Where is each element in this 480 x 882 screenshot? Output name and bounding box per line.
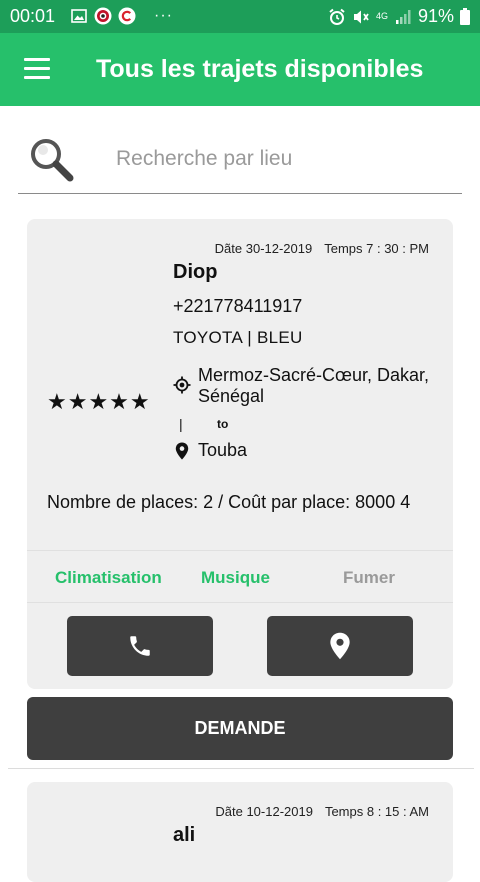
network-type: 4G (375, 11, 388, 21)
signal-icon (394, 8, 412, 26)
feature-row: Climatisation Musique Fumer (27, 550, 453, 603)
c-icon (118, 7, 136, 25)
location-pin-icon (175, 442, 189, 460)
trip-time: Temps 8 : 15 : AM (324, 804, 429, 819)
feature-fumer: Fumer (343, 568, 395, 587)
battery-percent: 91% (417, 6, 454, 26)
my-location-icon (173, 376, 191, 394)
trip-datetime: Dãte 10-12-2019 Temps 8 : 15 : AM (215, 804, 429, 819)
status-icons-left: ··· (70, 7, 173, 25)
search-input[interactable] (116, 141, 446, 177)
driver-phone: +221778411917 (173, 296, 303, 316)
mute-icon (352, 8, 370, 26)
request-button[interactable]: DEMANDE (27, 697, 453, 760)
location-button[interactable] (267, 616, 413, 676)
trip-card[interactable]: Dãte 10-12-2019 Temps 8 : 15 : AM ali (27, 782, 453, 882)
app-bar: Tous les trajets disponibles (0, 33, 480, 106)
location-pin-icon (330, 632, 350, 660)
driver-name: ali (173, 824, 196, 846)
page-title: Tous les trajets disponibles (96, 55, 424, 83)
divider (8, 768, 474, 769)
trip-time: Temps 7 : 30 : PM (324, 241, 429, 256)
search-icon[interactable] (26, 135, 76, 185)
trip-card[interactable]: Dãte 30-12-2019 Temps 7 : 30 : PM Diop +2… (27, 219, 453, 689)
driver-name: Diop (173, 261, 218, 283)
rating-stars: ★★★★★ (47, 389, 151, 414)
departure-location: Mermoz-Sacré-Cœur, Dakar, Sénégal (198, 365, 430, 406)
phone-icon (130, 636, 150, 656)
destination-location: Touba (198, 440, 248, 460)
status-time: 00:01 (10, 6, 56, 26)
trip-date: Dãte 10-12-2019 (215, 804, 313, 819)
trip-datetime: Dãte 30-12-2019 Temps 7 : 30 : PM (215, 241, 429, 256)
battery-icon (460, 8, 470, 26)
target-icon (94, 7, 112, 25)
status-icons-right: 4G 91% (328, 6, 470, 27)
image-icon (70, 7, 88, 25)
menu-icon[interactable] (24, 58, 50, 80)
route-line: | (179, 416, 183, 432)
car-info: TOYOTA | BLEU (173, 328, 303, 347)
to-label: to (217, 417, 229, 431)
search-bar (18, 127, 462, 194)
more-notifications: ··· (154, 7, 173, 24)
alarm-icon (328, 8, 346, 26)
places-and-price: Nombre de places: 2 / Coût par place: 80… (47, 492, 411, 512)
feature-climatisation: Climatisation (55, 568, 162, 587)
call-button[interactable] (67, 616, 213, 676)
trip-date: Dãte 30-12-2019 (214, 241, 313, 256)
status-bar: 00:01 ··· 4G 91% (0, 0, 480, 33)
feature-musique: Musique (201, 568, 270, 587)
